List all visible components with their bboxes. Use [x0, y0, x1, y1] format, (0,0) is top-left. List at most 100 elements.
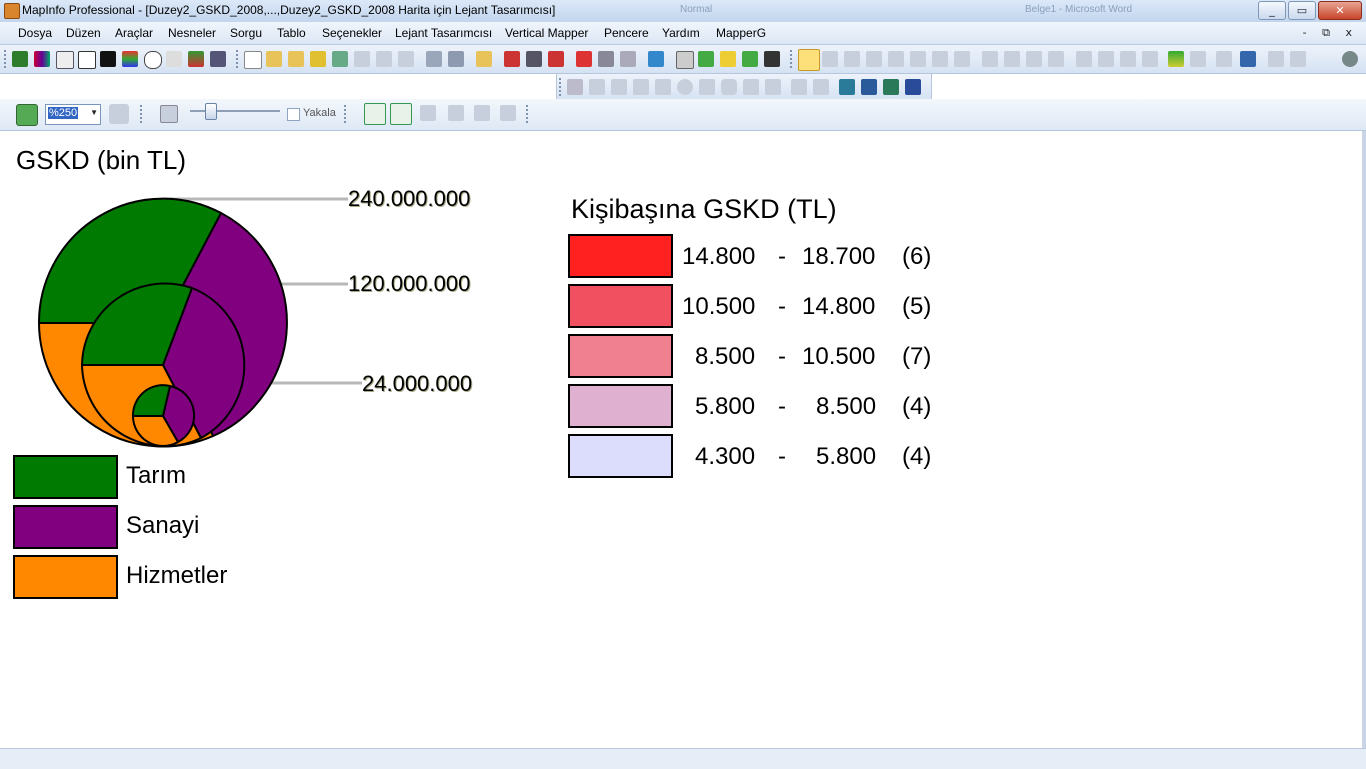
- region-style-icon[interactable]: [883, 79, 899, 95]
- polygon-select-icon[interactable]: [866, 51, 882, 67]
- align-right-icon[interactable]: [448, 105, 464, 121]
- open-wms-icon[interactable]: [332, 51, 348, 67]
- chevron-down-icon[interactable]: ▼: [90, 108, 98, 117]
- rectangle-icon[interactable]: [699, 79, 715, 95]
- line-tool-icon[interactable]: [56, 51, 74, 69]
- options-gear-icon[interactable]: [1342, 51, 1358, 67]
- zoom-level-select[interactable]: %250 ▼: [45, 104, 101, 125]
- mapinfo-app-icon[interactable]: [4, 3, 20, 19]
- open-dbms-icon[interactable]: [310, 51, 326, 67]
- label-tool-icon[interactable]: [1120, 51, 1136, 67]
- align-bottom-icon[interactable]: [500, 105, 516, 121]
- new-grapher-icon[interactable]: [720, 51, 736, 67]
- copy-icon[interactable]: [598, 51, 614, 67]
- line-draw-icon[interactable]: [589, 79, 605, 95]
- marquee-select-icon[interactable]: [822, 51, 838, 67]
- home-icon[interactable]: [78, 51, 96, 69]
- zoom-in-icon[interactable]: [982, 51, 998, 67]
- toolbar-grip-2[interactable]: [236, 50, 241, 68]
- menu-vertical-mapper[interactable]: Vertical Mapper: [505, 26, 588, 40]
- select-arrow-icon[interactable]: [798, 49, 820, 71]
- menu-sorgu[interactable]: Sorgu: [230, 26, 262, 40]
- menu-dosya[interactable]: Dosya: [18, 26, 52, 40]
- restore-button[interactable]: ▭: [1288, 1, 1316, 20]
- text-tool-icon[interactable]: [743, 79, 759, 95]
- graph-select-icon[interactable]: [932, 51, 948, 67]
- snap-checkbox[interactable]: [287, 108, 300, 121]
- add-node-icon[interactable]: [813, 79, 829, 95]
- zoom-out-icon[interactable]: [1004, 51, 1020, 67]
- snap-slider-handle[interactable]: [205, 103, 217, 120]
- unselect-icon[interactable]: [910, 51, 926, 67]
- rounded-rect-icon[interactable]: [721, 79, 737, 95]
- hotlink-icon[interactable]: [1098, 51, 1114, 67]
- grabber-hand-icon[interactable]: [1048, 51, 1064, 67]
- graph-icon[interactable]: [100, 51, 116, 67]
- snap-slider-track[interactable]: [190, 110, 280, 112]
- arrows-icon[interactable]: [166, 51, 182, 67]
- menu-tablo[interactable]: Tablo: [277, 26, 306, 40]
- legend-grip-1[interactable]: [140, 105, 145, 123]
- thematic-map-icon[interactable]: [122, 51, 138, 67]
- undo-icon[interactable]: [648, 51, 664, 67]
- menu-yardim[interactable]: Yardım: [662, 26, 700, 40]
- new-browser-icon[interactable]: [504, 51, 520, 67]
- add-frame-icon[interactable]: [364, 103, 386, 125]
- refresh-icon[interactable]: [16, 104, 38, 126]
- menu-pencere[interactable]: Pencere: [604, 26, 649, 40]
- export-pdf-icon[interactable]: [548, 51, 564, 67]
- open-table-icon[interactable]: [12, 51, 28, 67]
- mdi-window-controls[interactable]: - ⧉ x: [1303, 26, 1358, 40]
- invert-select-icon[interactable]: [954, 51, 970, 67]
- polygon-icon[interactable]: [655, 79, 671, 95]
- clip-region-icon[interactable]: [1268, 51, 1284, 67]
- layer-control-2-icon[interactable]: [1168, 51, 1184, 67]
- add-frame-2-icon[interactable]: [390, 103, 412, 125]
- drag-window-icon[interactable]: [1142, 51, 1158, 67]
- cut-icon[interactable]: [576, 51, 592, 67]
- menu-lejant-tasarimcisi[interactable]: Lejant Tasarımcısı: [395, 26, 492, 40]
- legend-icon[interactable]: [1216, 51, 1232, 67]
- layers-icon[interactable]: [188, 51, 204, 67]
- ruler-icon[interactable]: [1190, 51, 1206, 67]
- zoom-hand-icon[interactable]: [109, 104, 129, 124]
- save-icon[interactable]: [426, 51, 442, 67]
- menu-mapperg[interactable]: MapperG: [716, 26, 766, 40]
- open-wfs-icon[interactable]: [354, 51, 370, 67]
- align-left-icon[interactable]: [420, 105, 436, 121]
- tool-icon[interactable]: [210, 51, 226, 67]
- minimize-button[interactable]: _: [1258, 1, 1286, 20]
- open-workspace-icon[interactable]: [288, 51, 304, 67]
- change-view-icon[interactable]: [1026, 51, 1042, 67]
- new-mapper-icon[interactable]: [698, 51, 714, 67]
- text-style-icon[interactable]: [905, 79, 921, 95]
- menu-secenekler[interactable]: Seçenekler: [322, 26, 382, 40]
- new-document-icon[interactable]: [244, 51, 262, 69]
- statistics-icon[interactable]: [1240, 51, 1256, 67]
- open-folder-icon[interactable]: [266, 51, 282, 67]
- set-clip-icon[interactable]: [1290, 51, 1306, 67]
- line-style-icon[interactable]: [861, 79, 877, 95]
- close-button[interactable]: ✕: [1318, 1, 1362, 20]
- ellipse-icon[interactable]: [677, 79, 693, 95]
- info-tool-icon[interactable]: [1076, 51, 1092, 67]
- print-icon[interactable]: [526, 51, 542, 67]
- vertical-scrollbar[interactable]: [1362, 131, 1366, 748]
- globe-icon[interactable]: [144, 51, 162, 69]
- legend-grip-3[interactable]: [526, 105, 531, 123]
- boundary-select-icon[interactable]: [888, 51, 904, 67]
- new-layout-icon[interactable]: [742, 51, 758, 67]
- align-top-icon[interactable]: [474, 105, 490, 121]
- toolbar-grip[interactable]: [4, 50, 9, 68]
- polyline-icon[interactable]: [611, 79, 627, 95]
- symbol-style-icon[interactable]: [839, 79, 855, 95]
- paste-icon[interactable]: [620, 51, 636, 67]
- search-icon[interactable]: [398, 51, 414, 67]
- radius-select-icon[interactable]: [844, 51, 860, 67]
- menu-duzen[interactable]: Düzen: [66, 26, 101, 40]
- open-catalog-icon[interactable]: [476, 51, 492, 67]
- menu-nesneler[interactable]: Nesneler: [168, 26, 216, 40]
- reshape-icon[interactable]: [791, 79, 807, 95]
- layer-control-icon[interactable]: [34, 51, 50, 67]
- new-browser-window-icon[interactable]: [676, 51, 694, 69]
